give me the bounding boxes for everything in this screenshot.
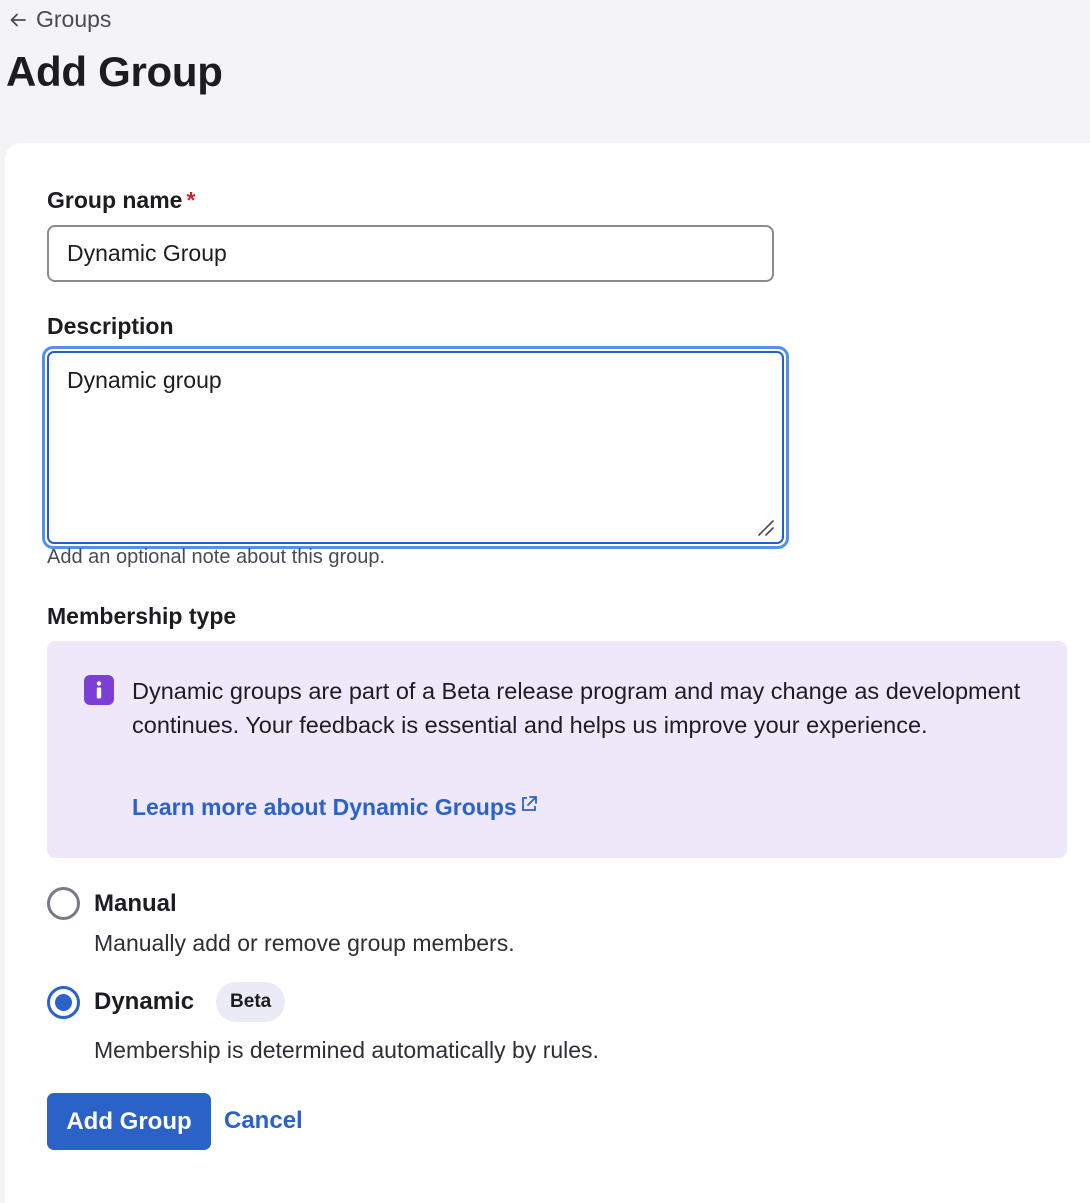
back-to-groups-link[interactable]: Groups (8, 6, 111, 33)
group-name-label-text: Group name (47, 187, 183, 213)
membership-type-label: Membership type (47, 603, 237, 629)
arrow-left-icon (10, 13, 26, 26)
membership-option-manual[interactable]: Manual (47, 887, 177, 920)
group-name-input[interactable] (47, 225, 774, 282)
dynamic-label: Dynamic (94, 988, 195, 1015)
beta-info-banner: Dynamic groups are part of a Beta releas… (47, 641, 1067, 858)
form-card: Group name* Description Add an optional … (5, 143, 1090, 1203)
dynamic-radio[interactable] (47, 985, 80, 1019)
dynamic-description: Membership is determined automatically b… (94, 1037, 599, 1063)
resize-grip-icon[interactable] (756, 518, 774, 536)
description-focus-ring (42, 346, 789, 549)
learn-more-link[interactable]: Learn more about Dynamic Groups (132, 794, 539, 821)
add-group-button[interactable]: Add Group (47, 1093, 211, 1150)
beta-banner-text: Dynamic groups are part of a Beta releas… (132, 678, 1021, 738)
required-mark: * (186, 187, 196, 213)
external-link-icon (521, 795, 537, 811)
cancel-button[interactable]: Cancel (224, 1107, 303, 1135)
group-name-label: Group name * (47, 187, 195, 214)
back-link-label: Groups (36, 6, 112, 32)
radio-selected-dot (55, 993, 72, 1011)
info-icon (84, 675, 114, 705)
membership-option-dynamic[interactable]: Dynamic Beta (47, 982, 286, 1022)
manual-radio[interactable] (47, 887, 80, 920)
beta-badge: Beta (216, 982, 286, 1022)
manual-description: Manually add or remove group members. (94, 930, 515, 956)
description-textarea[interactable] (47, 351, 784, 544)
description-hint: Add an optional note about this group. (47, 546, 386, 568)
manual-label: Manual (94, 889, 177, 917)
page-title: Add Group (6, 48, 223, 95)
description-label: Description (47, 313, 174, 339)
learn-more-link-label: Learn more about Dynamic Groups (132, 794, 517, 820)
